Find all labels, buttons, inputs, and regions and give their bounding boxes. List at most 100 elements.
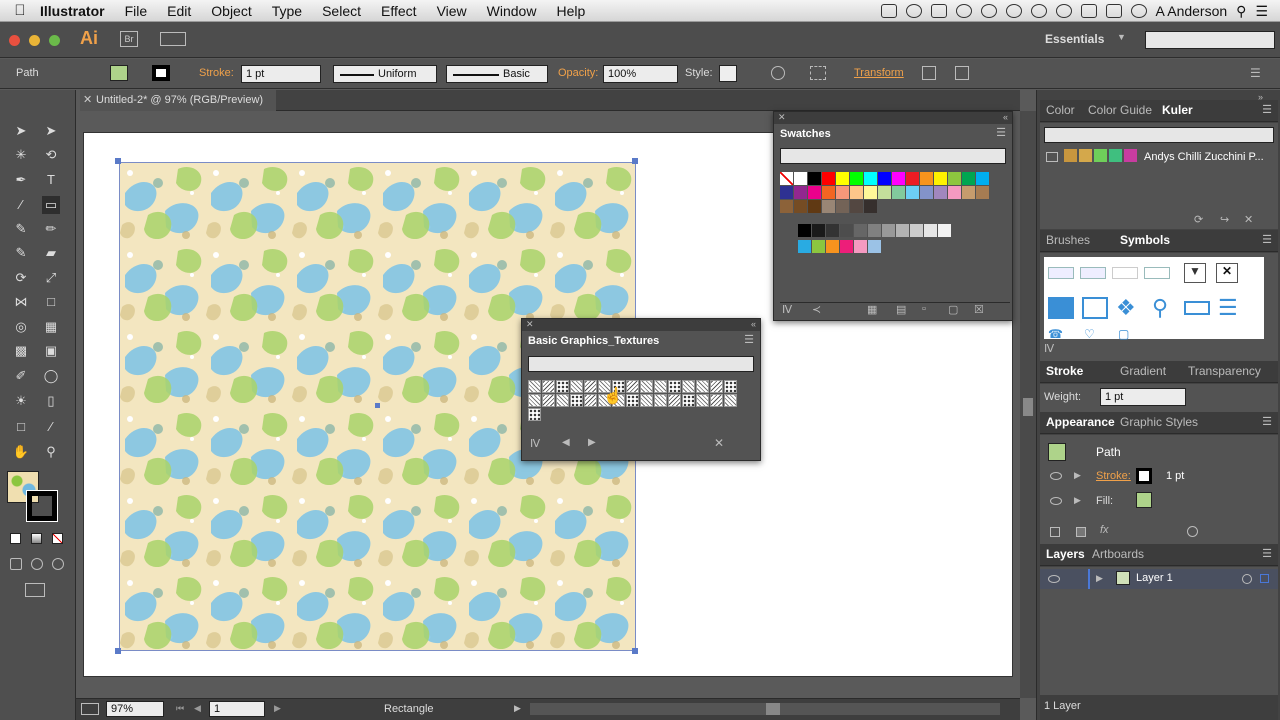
symbol-rss-icon[interactable]: ❖	[1116, 295, 1136, 321]
magic-wand-tool-icon[interactable]: ✳	[12, 146, 30, 164]
transform-icon[interactable]	[922, 66, 936, 80]
stroke-expand-icon[interactable]: ▶	[1074, 470, 1081, 481]
appearance-menu-icon[interactable]: ☰	[1262, 415, 1272, 428]
stroke-swatch[interactable]	[152, 65, 170, 81]
tab-layers[interactable]: Layers	[1046, 547, 1085, 561]
draw-inside-icon[interactable]	[52, 558, 64, 570]
texture-swatch[interactable]	[654, 380, 667, 393]
isolate-icon[interactable]	[955, 66, 969, 80]
fill-expand-icon[interactable]: ▶	[1074, 495, 1081, 506]
gradient-mode-button[interactable]	[31, 533, 42, 544]
texture-swatch[interactable]	[556, 380, 569, 393]
artboard-navigation-icon[interactable]	[81, 703, 99, 715]
texture-swatch[interactable]	[528, 380, 541, 393]
swatch[interactable]	[878, 172, 891, 185]
kuler-swatch[interactable]	[1064, 149, 1077, 162]
symbol-dropdown-icon[interactable]: ▼	[1184, 263, 1206, 283]
previous-library-icon[interactable]: ◀	[562, 437, 570, 448]
previous-artboard-icon[interactable]: ◀	[194, 703, 201, 714]
document-title[interactable]: Untitled-2* @ 97% (RGB/Preview)	[96, 94, 263, 106]
menu-edit[interactable]: Edit	[167, 3, 191, 19]
gray-swatch[interactable]	[882, 224, 895, 237]
swatch[interactable]	[780, 186, 793, 199]
close-window-button[interactable]	[9, 35, 20, 46]
texture-swatch[interactable]	[528, 394, 541, 407]
textures-menu-icon[interactable]: ☰	[744, 333, 754, 346]
group-swatch[interactable]	[840, 240, 853, 253]
selection-handle-tl[interactable]	[115, 158, 121, 164]
texture-swatch[interactable]	[696, 394, 709, 407]
slice-tool-icon[interactable]: ∕	[42, 418, 60, 436]
swatches-tab[interactable]: Swatches	[774, 125, 837, 145]
swatch[interactable]	[934, 186, 947, 199]
clear-appearance-icon[interactable]	[1187, 526, 1198, 537]
group-swatch[interactable]	[812, 240, 825, 253]
texture-swatch[interactable]	[668, 380, 681, 393]
control-menu-icon[interactable]: ☰	[1250, 66, 1261, 80]
texture-swatch[interactable]	[626, 394, 639, 407]
pen-tool-icon[interactable]: ✒	[12, 171, 30, 189]
kuler-swatch[interactable]	[1109, 149, 1122, 162]
texture-swatch[interactable]	[556, 394, 569, 407]
texture-swatch[interactable]	[654, 394, 667, 407]
scroll-thumb[interactable]	[1023, 398, 1033, 416]
fill-swatch[interactable]	[110, 65, 128, 81]
texture-swatch[interactable]	[528, 408, 541, 421]
symbol-cart-icon[interactable]: ☰	[1218, 295, 1238, 321]
app-menu[interactable]: Illustrator	[40, 3, 105, 19]
notification-icon[interactable]	[955, 4, 972, 18]
draw-behind-icon[interactable]	[31, 558, 43, 570]
collapse-textures-icon[interactable]: «	[751, 319, 756, 329]
swatch[interactable]	[794, 186, 807, 199]
user-name[interactable]: A Anderson	[1156, 3, 1228, 19]
status-menu-icon[interactable]: ▶	[514, 703, 521, 714]
none-mode-button[interactable]	[52, 533, 63, 544]
refresh-icon[interactable]: ⟳	[1194, 213, 1203, 226]
show-swatch-kinds-icon[interactable]: ≺	[812, 303, 821, 316]
mesh-tool-icon[interactable]: ▩	[12, 342, 30, 360]
stroke-visibility-eye-icon[interactable]	[1050, 472, 1062, 480]
gray-swatch[interactable]	[812, 224, 825, 237]
apple-menu-icon[interactable]: 	[0, 2, 40, 19]
symbol-heart-icon[interactable]: ♡	[1084, 327, 1095, 341]
swatch[interactable]	[864, 172, 877, 185]
current-tool-status[interactable]: Rectangle	[384, 703, 434, 715]
swatch[interactable]	[920, 172, 933, 185]
opacity-label[interactable]: Opacity:	[558, 67, 598, 79]
texture-swatch[interactable]	[682, 394, 695, 407]
tab-symbols[interactable]: Symbols	[1120, 233, 1170, 247]
texture-swatch[interactable]	[710, 394, 723, 407]
add-effect-icon[interactable]: fx	[1100, 524, 1109, 536]
texture-swatch[interactable]	[584, 394, 597, 407]
kuler-swatch[interactable]	[1079, 149, 1092, 162]
symbols-grid[interactable]: ▼ ✕ ❖ ⚲ ☰ ☎ ♡ ▢	[1044, 257, 1264, 341]
tab-gradient[interactable]: Gradient	[1120, 364, 1166, 378]
pencil-tool-icon[interactable]: ✏	[42, 220, 60, 238]
swatch[interactable]	[794, 172, 807, 185]
swatch[interactable]	[976, 186, 989, 199]
layer-expand-icon[interactable]: ▶	[1096, 573, 1103, 584]
swatch[interactable]	[822, 200, 835, 213]
selection-handle-bl[interactable]	[115, 648, 121, 654]
eraser-tool-icon[interactable]: ▰	[42, 244, 60, 262]
group-swatch[interactable]	[826, 240, 839, 253]
appearance-fill-label[interactable]: Fill:	[1096, 495, 1113, 507]
swatch[interactable]	[920, 186, 933, 199]
volume-icon[interactable]	[1105, 4, 1122, 18]
swatch-none[interactable]	[780, 172, 793, 185]
new-color-group-icon[interactable]: ▤	[896, 303, 906, 316]
swatch[interactable]	[948, 186, 961, 199]
texture-libraries-icon[interactable]: Ⅳ	[530, 437, 540, 450]
symbol-calendar-icon[interactable]	[1048, 297, 1074, 319]
tab-transparency[interactable]: Transparency	[1188, 364, 1261, 378]
collapse-panel-icon[interactable]: «	[1003, 112, 1008, 122]
group-swatch[interactable]	[798, 240, 811, 253]
swatch[interactable]	[892, 186, 905, 199]
menu-help[interactable]: Help	[556, 3, 585, 19]
swatch[interactable]	[906, 172, 919, 185]
group-swatch[interactable]	[854, 240, 867, 253]
texture-swatch[interactable]	[626, 380, 639, 393]
width-tool-icon[interactable]: ⋈	[12, 293, 30, 311]
gray-swatch[interactable]	[938, 224, 951, 237]
texture-swatch[interactable]	[570, 394, 583, 407]
